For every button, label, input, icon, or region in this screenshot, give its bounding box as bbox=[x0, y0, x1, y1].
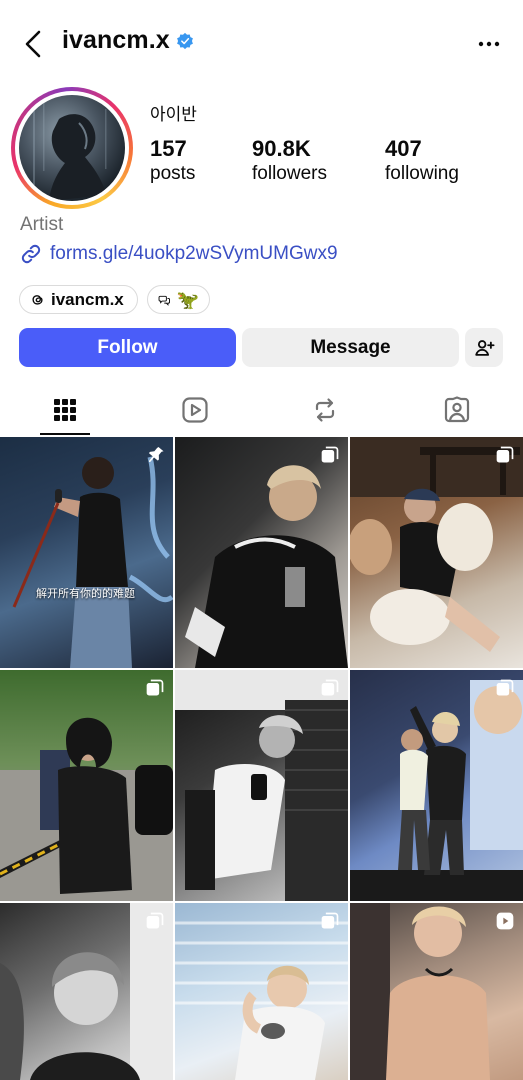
active-tab-indicator bbox=[40, 433, 90, 435]
post-image bbox=[350, 437, 523, 652]
stat-followers[interactable]: 90.8K followers bbox=[252, 136, 327, 186]
emoji-chip[interactable]: 🦖 bbox=[147, 285, 210, 314]
tab-reposts[interactable] bbox=[280, 384, 370, 436]
suggested-users-button[interactable] bbox=[465, 328, 503, 367]
back-button[interactable] bbox=[20, 28, 48, 60]
threads-chip[interactable]: ivancm.x bbox=[19, 285, 138, 314]
tab-reels[interactable] bbox=[150, 384, 240, 436]
carousel-icon bbox=[146, 679, 164, 696]
follow-button[interactable]: Follow bbox=[19, 328, 236, 367]
post-tile[interactable]: 解开所有你的的难题 bbox=[0, 437, 173, 668]
avatar bbox=[19, 95, 125, 201]
carousel-icon bbox=[496, 679, 514, 696]
bio-link-text: forms.gle/4uokp2wSVymUMGwx9 bbox=[50, 243, 338, 264]
post-tile[interactable] bbox=[350, 903, 523, 1080]
tab-tagged[interactable] bbox=[412, 384, 502, 436]
stat-following[interactable]: 407 following bbox=[385, 136, 459, 186]
carousel-icon bbox=[321, 912, 339, 929]
post-tile[interactable] bbox=[175, 670, 348, 901]
dinosaur-emoji: 🦖 bbox=[176, 289, 199, 310]
reel-icon bbox=[496, 912, 514, 930]
post-image bbox=[175, 670, 348, 901]
person-add-icon bbox=[475, 339, 495, 356]
reels-icon bbox=[182, 397, 208, 423]
threads-username: ivancm.x bbox=[51, 289, 124, 309]
username-header: ivancm.x bbox=[62, 26, 194, 55]
tagged-icon bbox=[444, 396, 470, 423]
post-tile[interactable] bbox=[350, 670, 523, 901]
posts-count: 157 bbox=[150, 136, 187, 161]
carousel-icon bbox=[321, 446, 339, 463]
profile-tabs bbox=[0, 384, 523, 436]
chat-bubbles-icon bbox=[158, 295, 171, 306]
carousel-icon bbox=[321, 679, 339, 696]
verified-badge-icon bbox=[176, 32, 193, 49]
more-options-button[interactable] bbox=[477, 34, 501, 54]
followers-count: 90.8K bbox=[252, 136, 311, 161]
post-image bbox=[12, 456, 173, 668]
following-count: 407 bbox=[385, 136, 422, 161]
bio-link[interactable]: forms.gle/4uokp2wSVymUMGwx9 bbox=[20, 243, 338, 265]
post-tile[interactable] bbox=[175, 903, 348, 1080]
repost-icon bbox=[315, 398, 335, 422]
chevron-left-icon bbox=[25, 30, 41, 58]
carousel-icon bbox=[146, 912, 164, 929]
message-button[interactable]: Message bbox=[242, 328, 459, 367]
post-tile[interactable] bbox=[0, 903, 173, 1080]
stat-posts: 157 posts bbox=[150, 136, 195, 186]
threads-icon bbox=[32, 295, 43, 305]
username: ivancm.x bbox=[62, 26, 170, 54]
link-icon bbox=[21, 244, 41, 264]
post-tile[interactable] bbox=[0, 670, 173, 901]
grid-icon bbox=[54, 399, 76, 421]
full-name: 아이반 bbox=[150, 105, 197, 125]
pin-icon bbox=[148, 447, 164, 463]
post-tile[interactable] bbox=[350, 437, 523, 668]
category-label: Artist bbox=[20, 214, 64, 235]
tab-posts[interactable] bbox=[20, 384, 110, 436]
post-image bbox=[185, 465, 348, 668]
story-ring[interactable] bbox=[11, 87, 133, 209]
carousel-icon bbox=[496, 446, 514, 463]
post-image bbox=[350, 680, 523, 901]
post-caption: 解开所有你的的难题 bbox=[36, 587, 135, 600]
followers-label: followers bbox=[252, 163, 327, 184]
posts-label: posts bbox=[150, 163, 196, 184]
ellipsis-icon bbox=[478, 41, 500, 47]
post-tile[interactable] bbox=[175, 437, 348, 668]
top-bar: ivancm.x bbox=[0, 0, 523, 88]
following-label: following bbox=[385, 163, 459, 184]
posts-grid: 解开所有你的的难题 bbox=[0, 437, 523, 1080]
post-image bbox=[0, 717, 173, 901]
